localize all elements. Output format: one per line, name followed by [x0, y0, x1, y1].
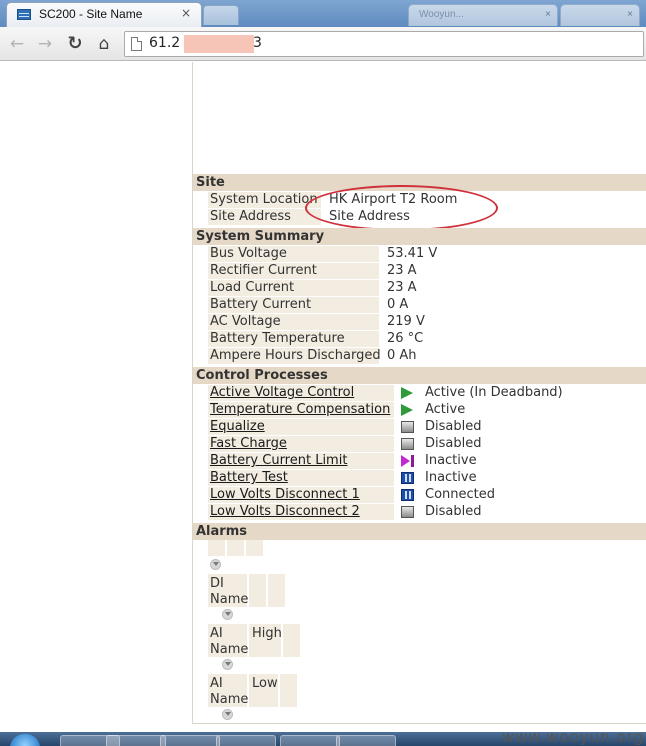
alarm-header-cell	[268, 574, 287, 607]
ai-low-name-label: AI Name	[210, 676, 249, 707]
alarm-header-cell	[280, 674, 299, 707]
alarm-header-cell	[208, 540, 227, 556]
control-status: Connected	[425, 487, 496, 502]
di-name-label: DI Name	[210, 576, 249, 607]
control-status: Disabled	[425, 419, 482, 434]
control-link[interactable]: Battery Current Limit	[208, 453, 394, 469]
site-favicon-icon	[17, 9, 31, 20]
watermark-text: www.wooyun.org	[501, 728, 644, 746]
left-frame-border	[192, 62, 193, 724]
tab-sc200[interactable]: SC200 - Site Name ×	[6, 2, 202, 27]
taskbar-button[interactable]	[216, 735, 276, 746]
browser-tab-strip: SC200 - Site Name × Wooyun... × ×	[0, 0, 646, 27]
summary-label: Bus Voltage	[208, 246, 379, 262]
site-location-label: System Location	[208, 192, 321, 208]
ai-low-label: Low	[252, 676, 278, 691]
taskbar-button[interactable]	[106, 735, 166, 746]
tab-background-1-title: Wooyun...	[419, 9, 464, 20]
tab-background-2-close-icon[interactable]: ×	[627, 9, 633, 20]
summary-label: Ampere Hours Discharged	[208, 348, 381, 364]
browser-toolbar: ← → ↻ ⌂ 61.2 3	[0, 27, 646, 61]
summary-label: Rectifier Current	[208, 263, 379, 279]
summary-label: Load Current	[208, 280, 379, 296]
tab-background-1-close-icon[interactable]: ×	[545, 9, 551, 20]
section-system-summary-header: System Summary	[193, 228, 646, 245]
control-link[interactable]: Equalize	[208, 419, 394, 435]
home-icon[interactable]: ⌂	[93, 33, 115, 55]
control-link[interactable]: Active Voltage Control	[208, 385, 394, 401]
control-status: Disabled	[425, 436, 482, 451]
new-tab-button[interactable]	[203, 5, 239, 25]
forward-arrow-icon[interactable]: →	[34, 33, 56, 55]
summary-value: 0 Ah	[387, 348, 417, 363]
control-status: Active	[425, 402, 466, 417]
page-content: Site System Location HK Airport T2 Room …	[0, 62, 646, 732]
alarm-header-cell	[283, 624, 302, 657]
stop-icon	[401, 438, 414, 450]
back-arrow-icon[interactable]: ←	[6, 33, 28, 55]
alarm-header-cell	[249, 574, 268, 607]
reload-icon[interactable]: ↻	[64, 33, 86, 55]
site-address-label: Site Address	[208, 209, 321, 225]
stop-icon	[401, 506, 414, 518]
chevron-down-icon[interactable]	[222, 609, 233, 620]
ai-high-label: High	[252, 626, 282, 641]
tab-background-1[interactable]: Wooyun... ×	[408, 4, 558, 26]
play-icon	[401, 387, 413, 399]
control-link[interactable]: Low Volts Disconnect 2	[208, 504, 394, 520]
chevron-down-icon[interactable]	[210, 559, 221, 570]
alarm-header-cell	[246, 540, 265, 556]
bottom-frame-border	[192, 723, 646, 724]
summary-value: 26 °C	[387, 331, 424, 346]
summary-label: Battery Temperature	[208, 331, 379, 347]
stop-icon	[401, 421, 414, 433]
taskbar-button[interactable]	[336, 735, 396, 746]
control-link[interactable]: Fast Charge	[208, 436, 394, 452]
taskbar-button[interactable]	[160, 735, 220, 746]
page-icon	[131, 37, 142, 51]
summary-value: 23 A	[387, 280, 417, 295]
url-suffix: 3	[253, 35, 262, 51]
ai-high-name-label: AI Name	[210, 626, 249, 657]
pause-icon	[401, 489, 414, 501]
summary-label: AC Voltage	[208, 314, 379, 330]
alarm-header-cell	[227, 540, 246, 556]
summary-value: 219 V	[387, 314, 425, 329]
control-status: Inactive	[425, 453, 477, 468]
tab-close-icon[interactable]: ×	[181, 6, 191, 20]
url-redaction	[184, 35, 254, 53]
chevron-down-icon[interactable]	[222, 659, 233, 670]
control-link[interactable]: Temperature Compensation	[208, 402, 394, 418]
pause-icon	[401, 472, 414, 484]
play-icon	[401, 404, 413, 416]
start-button-icon[interactable]	[10, 734, 40, 746]
control-link[interactable]: Battery Test	[208, 470, 394, 486]
summary-value: 23 A	[387, 263, 417, 278]
summary-label: Battery Current	[208, 297, 379, 313]
section-alarms-header: Alarms	[193, 523, 646, 540]
red-highlight-ellipse	[305, 185, 498, 231]
skip-icon	[401, 455, 414, 467]
section-control-processes-header: Control Processes	[193, 367, 646, 384]
address-bar[interactable]: 61.2 3	[124, 31, 644, 57]
taskbar-button[interactable]	[280, 735, 340, 746]
summary-value: 0 A	[387, 297, 409, 312]
tab-title: SC200 - Site Name	[39, 7, 143, 21]
url-prefix: 61.2	[149, 35, 181, 51]
control-status: Disabled	[425, 504, 482, 519]
summary-value: 53.41 V	[387, 246, 438, 261]
chevron-down-icon[interactable]	[222, 709, 233, 720]
tab-background-2[interactable]: ×	[560, 4, 640, 26]
control-status: Active (In Deadband)	[425, 385, 563, 400]
control-link[interactable]: Low Volts Disconnect 1	[208, 487, 394, 503]
control-status: Inactive	[425, 470, 477, 485]
